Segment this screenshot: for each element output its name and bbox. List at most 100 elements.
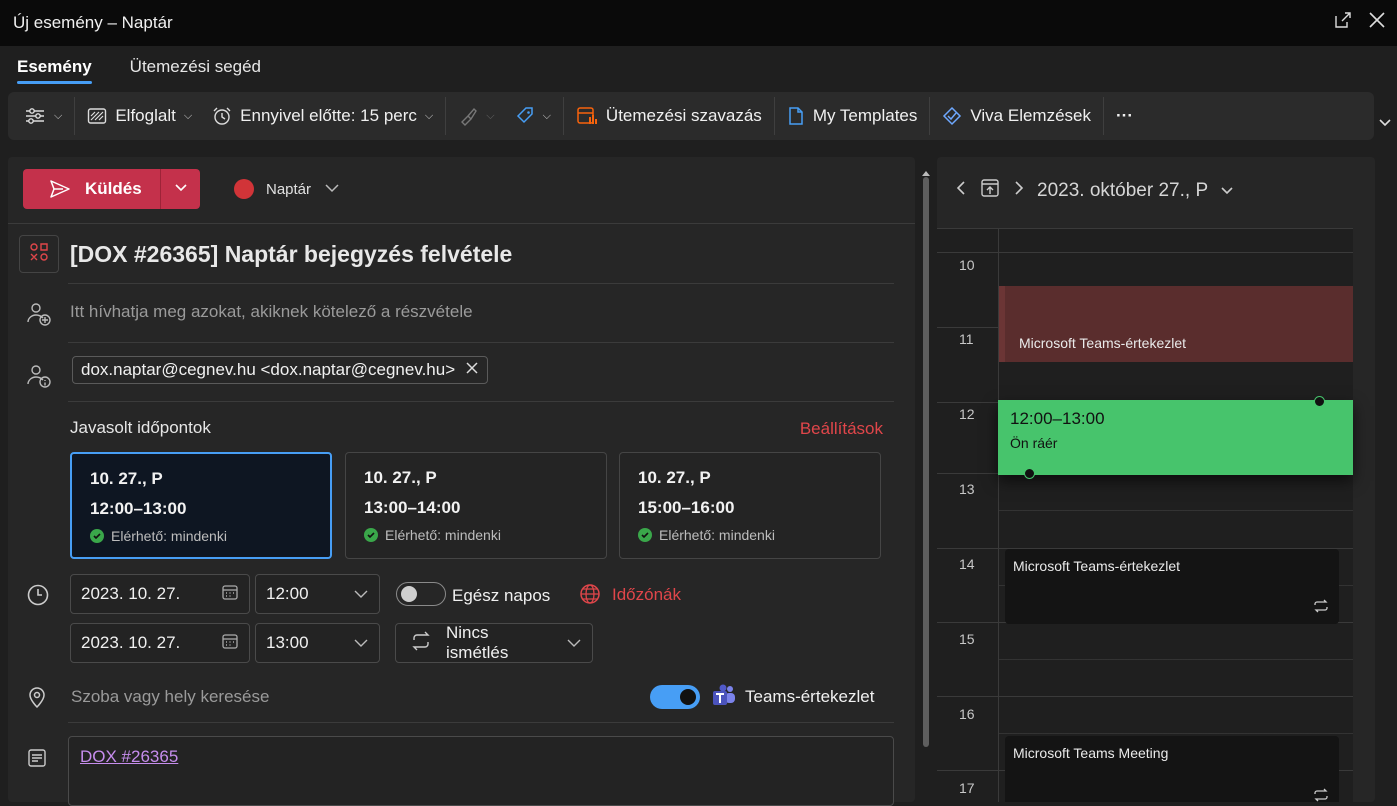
required-attendees-icon: [26, 301, 52, 332]
teams-meeting-label: Teams-értekezlet: [745, 687, 875, 706]
suggested-times-title: Javasolt időpontok: [70, 418, 211, 437]
end-time-field[interactable]: 13:00: [255, 623, 380, 663]
calendar-event[interactable]: Microsoft Teams Meeting: [1005, 736, 1339, 802]
hour-label: 16: [959, 706, 975, 722]
all-day-toggle[interactable]: [396, 582, 446, 606]
window-title: Új esemény – Naptár: [13, 13, 173, 32]
hour-line: [937, 696, 1353, 697]
notes-icon: [26, 747, 48, 774]
reminder-dropdown[interactable]: Ennyivel előtte: 15 perc ⌵: [202, 98, 443, 134]
ribbon-tabs: Esemény Ütemezési segéd: [0, 46, 1397, 88]
compose-panel: Küldés Naptár [DOX #26365] Naptár bejegy…: [8, 157, 915, 806]
category-picker[interactable]: [19, 235, 59, 273]
all-day-label: Egész napos: [452, 586, 551, 605]
toggle-knob: [401, 586, 417, 602]
suggestion-availability: Elérhető: mindenki: [90, 528, 330, 544]
chevron-down-icon[interactable]: [1220, 180, 1234, 202]
more-options-button[interactable]: ···: [1106, 98, 1143, 134]
check-icon: [364, 528, 378, 542]
optional-attendees-icon: [26, 363, 52, 394]
location-input[interactable]: Szoba vagy hely keresése: [71, 687, 269, 707]
tab-event[interactable]: Esemény: [17, 46, 92, 88]
calendar-selector[interactable]: Naptár: [234, 179, 341, 199]
calendar-icon[interactable]: [221, 583, 239, 606]
recurring-icon: [1313, 788, 1329, 802]
body-link[interactable]: DOX #26365: [80, 747, 178, 766]
scheduling-poll-label: Ütemezési szavazás: [605, 106, 762, 125]
send-options-button[interactable]: [161, 180, 200, 198]
title-bar: Új esemény – Naptár: [0, 0, 1397, 46]
template-icon: [787, 106, 805, 126]
remove-attendee-icon[interactable]: [465, 360, 479, 380]
check-icon: [90, 529, 104, 543]
attendee-chip[interactable]: dox.naptar@cegnev.hu <dox.naptar@cegnev.…: [72, 356, 489, 384]
recurrence-dropdown[interactable]: Nincs ismétlés: [395, 623, 593, 663]
options-button[interactable]: ⌵: [14, 98, 72, 134]
calendar-name: Naptár: [266, 180, 312, 198]
time-zones-link[interactable]: Időzónák: [612, 585, 681, 605]
toolbar-divider: [562, 97, 564, 135]
expand-ribbon-icon[interactable]: [1378, 118, 1392, 128]
start-date-value: 2023. 10. 27.: [81, 584, 181, 603]
end-time-value: 13:00: [266, 633, 309, 652]
hour-line: [937, 252, 1353, 253]
divider: [8, 223, 915, 224]
clock-icon: [26, 583, 50, 612]
availability-text: Elérhető: mindenki: [385, 527, 501, 543]
suggestion-card[interactable]: 10. 27., P 13:00–14:00 Elérhető: mindenk…: [345, 452, 607, 559]
calendar-event[interactable]: Microsoft Teams-értekezlet: [1005, 549, 1339, 624]
compose-scrollbar[interactable]: [918, 157, 934, 802]
event-body-editor[interactable]: DOX #26365: [68, 736, 894, 806]
categorize-button[interactable]: ⌵: [505, 98, 561, 134]
suggestion-card[interactable]: 10. 27., P 12:00–13:00 Elérhető: mindenk…: [70, 452, 332, 559]
toolbar-divider: [773, 97, 775, 135]
calendar-icon[interactable]: [221, 632, 239, 655]
send-button[interactable]: Küldés: [23, 179, 160, 199]
format-painter-button[interactable]: ⌵: [448, 98, 504, 134]
required-attendees-input[interactable]: Itt hívhatja meg azokat, akiknek kötelez…: [70, 302, 473, 322]
hour-label: 14: [959, 556, 975, 572]
close-icon[interactable]: [1367, 10, 1387, 30]
start-time-field[interactable]: 12:00: [255, 574, 380, 614]
calendar-event[interactable]: Microsoft Teams-értekezlet: [999, 286, 1353, 362]
suggestion-card[interactable]: 10. 27., P 15:00–16:00 Elérhető: mindenk…: [619, 452, 881, 559]
settings-link[interactable]: Beállítások: [800, 419, 883, 439]
resize-handle-bottom[interactable]: [1024, 468, 1035, 479]
chevron-down-icon: [323, 181, 341, 198]
current-date-label[interactable]: 2023. október 27., P: [1037, 180, 1208, 202]
calendar-color-dot: [234, 179, 254, 199]
check-icon: [638, 528, 652, 542]
suggestion-availability: Elérhető: mindenki: [638, 527, 880, 543]
scheduling-poll-button[interactable]: Ütemezési szavazás: [566, 98, 772, 134]
chevron-down-icon: ⌵: [542, 109, 551, 122]
next-day-icon[interactable]: [1013, 180, 1025, 202]
resize-handle-top[interactable]: [1314, 396, 1325, 407]
suggestion-time: 12:00–13:00: [90, 499, 187, 518]
end-date-field[interactable]: 2023. 10. 27.: [70, 623, 250, 663]
suggestion-date: 10. 27., P: [638, 468, 711, 487]
subject-field[interactable]: [DOX #26365] Naptár bejegyzés felvétele: [70, 241, 512, 268]
previous-day-icon[interactable]: [955, 180, 967, 202]
viva-insights-button[interactable]: Viva Elemzések: [932, 98, 1101, 134]
my-templates-label: My Templates: [812, 106, 918, 125]
new-event-block[interactable]: 12:00–13:00 Ön ráér: [998, 396, 1353, 479]
busy-status-dropdown[interactable]: Elfoglalt ⌵: [77, 98, 202, 134]
chevron-down-icon: [566, 633, 582, 653]
repeat-icon: [410, 631, 432, 656]
teams-meeting-toggle[interactable]: [650, 685, 700, 709]
scrollbar-thumb[interactable]: [923, 177, 929, 747]
busy-status-label: Elfoglalt: [115, 106, 176, 125]
start-date-field[interactable]: 2023. 10. 27.: [70, 574, 250, 614]
suggestion-availability: Elérhető: mindenki: [364, 527, 606, 543]
busy-status-icon: [87, 107, 107, 125]
pop-out-icon[interactable]: [1333, 10, 1353, 30]
my-templates-button[interactable]: My Templates: [777, 98, 928, 134]
event-title: Microsoft Teams-értekezlet: [1019, 335, 1187, 351]
new-event-time: 12:00–13:00: [1010, 409, 1105, 428]
tab-scheduling-assistant[interactable]: Ütemezési segéd: [130, 46, 261, 88]
suggestion-date: 10. 27., P: [90, 469, 163, 488]
hour-label: 10: [959, 257, 975, 273]
poll-icon: [576, 106, 598, 126]
alarm-icon: [212, 106, 232, 126]
go-to-today-icon[interactable]: [979, 177, 1001, 205]
